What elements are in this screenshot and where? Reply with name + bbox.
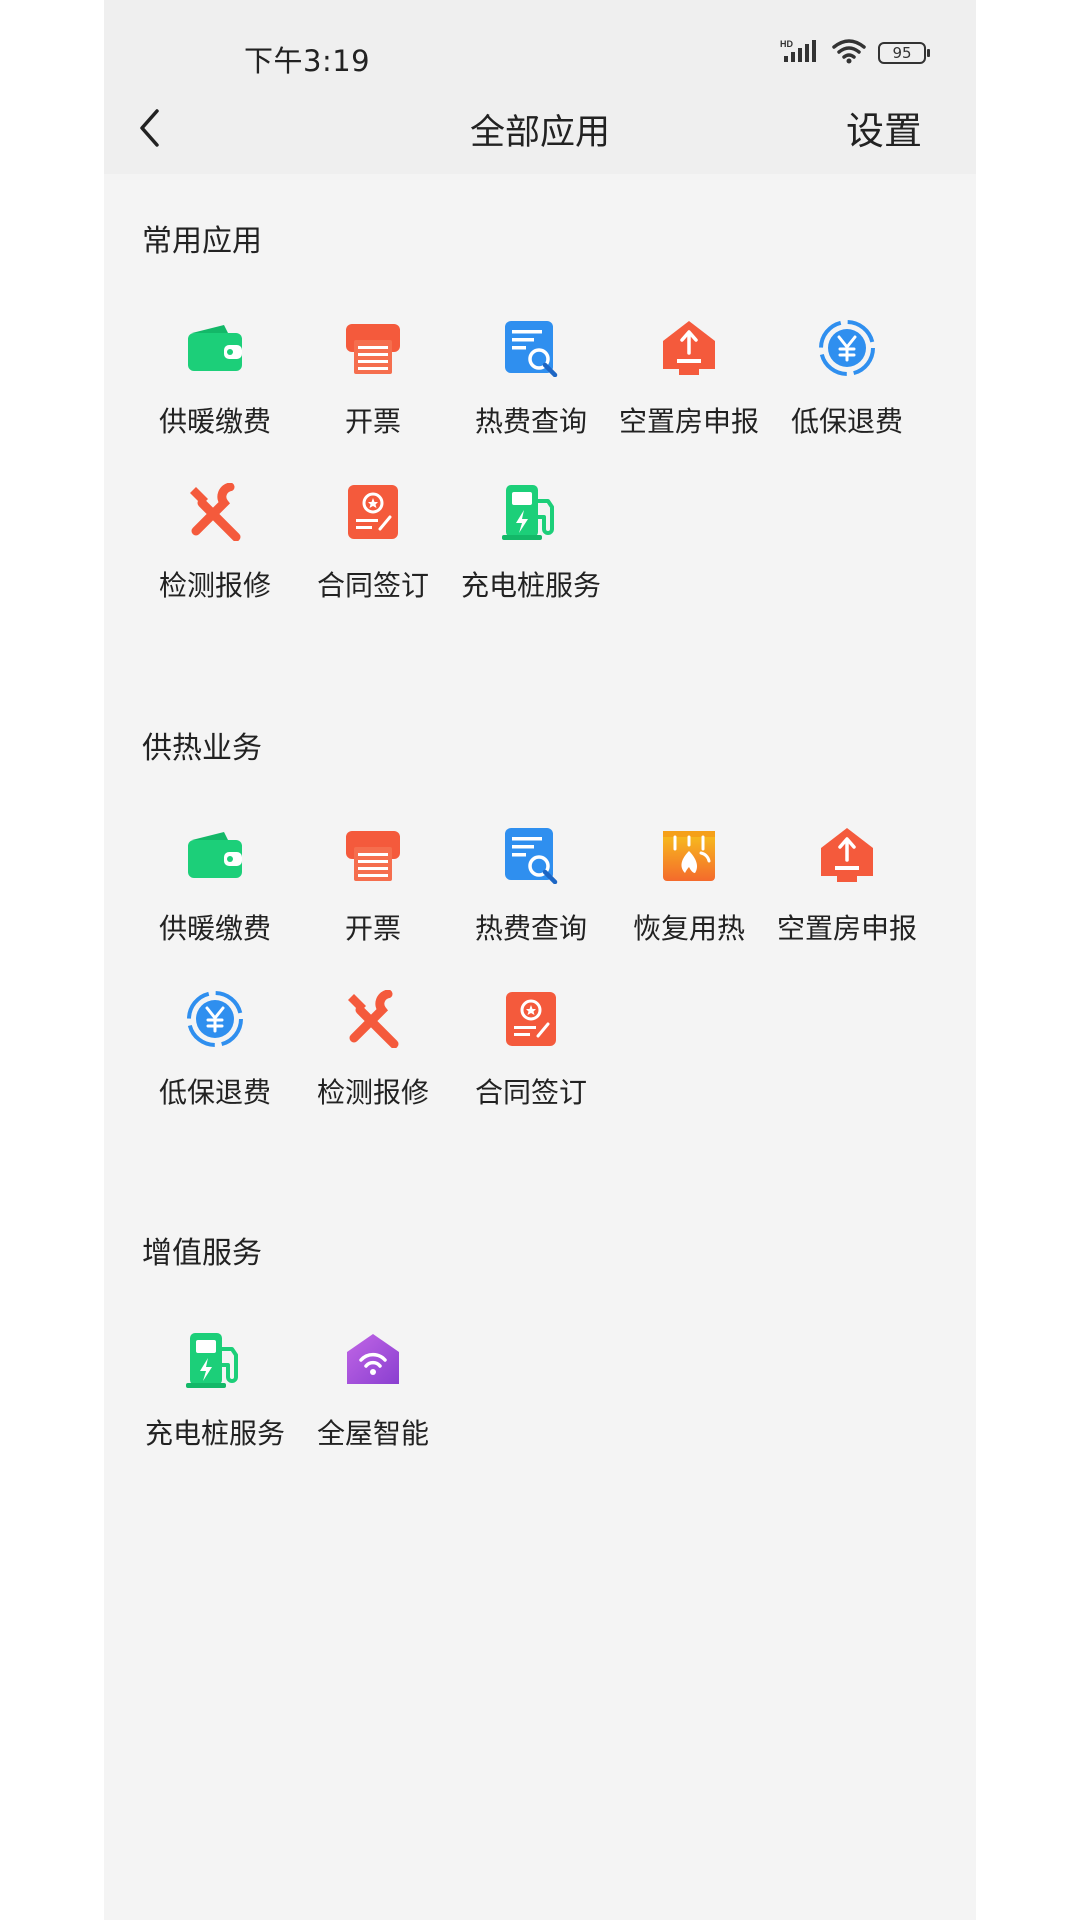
app-label: 供暖缴费 bbox=[158, 405, 271, 438]
settings-button[interactable]: 设置 bbox=[846, 100, 922, 155]
app-charging-pile[interactable]: 充电桩服务 bbox=[136, 1330, 294, 1452]
svg-text:HD: HD bbox=[780, 39, 793, 49]
app-label: 空置房申报 bbox=[776, 912, 917, 945]
heating-restore-icon bbox=[659, 825, 719, 885]
app-label: 低保退费 bbox=[790, 405, 903, 438]
section-title-frequent: 常用应用 bbox=[142, 224, 262, 259]
app-label: 热费查询 bbox=[474, 405, 587, 438]
printer-icon bbox=[343, 825, 403, 885]
app-label: 检测报修 bbox=[158, 569, 271, 602]
app-label: 检测报修 bbox=[316, 1076, 429, 1109]
app-heat-fee-query[interactable]: 热费查询 bbox=[452, 318, 610, 440]
yuan-refund-icon bbox=[185, 989, 245, 1049]
wifi-icon bbox=[832, 38, 866, 68]
document-search-icon bbox=[501, 318, 561, 378]
app-invoice[interactable]: 开票 bbox=[294, 825, 452, 947]
charging-station-icon bbox=[185, 1330, 245, 1390]
app-label: 低保退费 bbox=[158, 1076, 271, 1109]
app-invoice[interactable]: 开票 bbox=[294, 318, 452, 440]
app-screen: 下午3:19 HD 95 全部应用 设置 常用应用 供暖缴费 开票 热费查询 空… bbox=[104, 0, 976, 1920]
app-charging-pile[interactable]: 充电桩服务 bbox=[452, 482, 610, 604]
section-title-value-added: 增值服务 bbox=[142, 1236, 262, 1271]
app-label: 合同签订 bbox=[474, 1076, 587, 1109]
app-grid-frequent: 供暖缴费 开票 热费查询 空置房申报 低保退费 检测报修 合同签订 充电桩服务 bbox=[136, 318, 936, 604]
app-vacant-house-report[interactable]: 空置房申报 bbox=[610, 318, 768, 440]
signal-icon: HD bbox=[780, 38, 820, 68]
app-label: 空置房申报 bbox=[618, 405, 759, 438]
app-contract-signing[interactable]: 合同签订 bbox=[452, 989, 610, 1111]
app-label: 全屋智能 bbox=[316, 1417, 429, 1450]
charging-station-icon bbox=[501, 482, 561, 542]
app-label: 开票 bbox=[344, 405, 401, 438]
repair-tools-icon bbox=[343, 989, 403, 1049]
app-low-income-refund[interactable]: 低保退费 bbox=[136, 989, 294, 1111]
status-icons: HD 95 bbox=[780, 38, 930, 68]
app-heating-payment[interactable]: 供暖缴费 bbox=[136, 318, 294, 440]
app-label: 恢复用热 bbox=[632, 912, 745, 945]
app-inspection-repair[interactable]: 检测报修 bbox=[294, 989, 452, 1111]
app-grid-value-added: 充电桩服务 全屋智能 bbox=[136, 1330, 936, 1452]
section-title-heating: 供热业务 bbox=[142, 731, 262, 766]
app-heating-payment[interactable]: 供暖缴费 bbox=[136, 825, 294, 947]
app-label: 合同签订 bbox=[316, 569, 429, 602]
contract-icon bbox=[501, 989, 561, 1049]
app-vacant-house-report[interactable]: 空置房申报 bbox=[768, 825, 926, 947]
app-grid-heating: 供暖缴费 开票 热费查询 恢复用热 空置房申报 低保退费 检测报修 合同签订 bbox=[136, 825, 936, 1111]
printer-icon bbox=[343, 318, 403, 378]
app-heat-fee-query[interactable]: 热费查询 bbox=[452, 825, 610, 947]
wallet-icon bbox=[185, 318, 245, 378]
app-label: 供暖缴费 bbox=[158, 912, 271, 945]
wallet-icon bbox=[185, 825, 245, 885]
house-report-icon bbox=[817, 825, 877, 885]
document-search-icon bbox=[501, 825, 561, 885]
house-report-icon bbox=[659, 318, 719, 378]
app-contract-signing[interactable]: 合同签订 bbox=[294, 482, 452, 604]
app-label: 充电桩服务 bbox=[460, 569, 601, 602]
app-restore-heating[interactable]: 恢复用热 bbox=[610, 825, 768, 947]
battery-indicator: 95 bbox=[878, 42, 930, 64]
status-time: 下午3:19 bbox=[244, 44, 371, 78]
app-label: 充电桩服务 bbox=[144, 1417, 285, 1450]
smart-home-icon bbox=[343, 1330, 403, 1390]
app-low-income-refund[interactable]: 低保退费 bbox=[768, 318, 926, 440]
contract-icon bbox=[343, 482, 403, 542]
app-inspection-repair[interactable]: 检测报修 bbox=[136, 482, 294, 604]
app-smart-home[interactable]: 全屋智能 bbox=[294, 1330, 452, 1452]
top-bar: 下午3:19 HD 95 全部应用 设置 bbox=[104, 0, 976, 174]
yuan-refund-icon bbox=[817, 318, 877, 378]
app-label: 开票 bbox=[344, 912, 401, 945]
repair-tools-icon bbox=[185, 482, 245, 542]
app-label: 热费查询 bbox=[474, 912, 587, 945]
